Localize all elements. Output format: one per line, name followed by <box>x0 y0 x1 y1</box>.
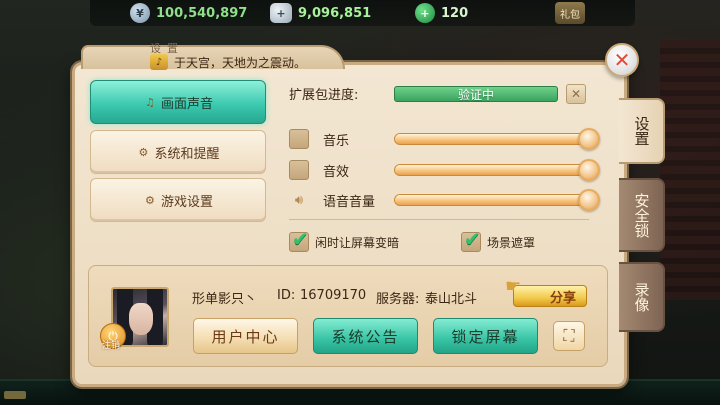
tab-settings[interactable]: 设置 <box>619 98 665 164</box>
music-volume-row: 音乐 <box>289 128 600 150</box>
announcement-ticker: ♪ 于天宫，天地为之震动。 <box>150 52 480 72</box>
slider-knob[interactable] <box>578 189 600 211</box>
sfx-volume-slider[interactable] <box>394 159 600 181</box>
extension-progress-bar: 验证中 <box>394 86 558 102</box>
music-mute-checkbox[interactable] <box>289 129 309 149</box>
server-label: 服务器: <box>376 292 420 307</box>
tab-label: 录像 <box>632 282 651 312</box>
coin-amount: 100,540,897 <box>156 5 248 21</box>
jade-amount: 120 <box>441 5 469 21</box>
lock-screen-label: 锁定屏幕 <box>451 327 520 346</box>
category-label: 系统和提醒 <box>154 146 220 162</box>
lock-screen-button[interactable]: 锁定屏幕 <box>433 318 538 354</box>
music-note-icon: ♫ <box>145 95 155 109</box>
user-id: 16709170 <box>300 288 367 303</box>
user-name: 形单影只丶 <box>192 292 258 307</box>
voice-volume-slider[interactable] <box>394 189 600 211</box>
category-display-sound[interactable]: ♫ 画面声音 <box>90 80 266 124</box>
idle-dim-option[interactable]: 闲时让屏幕变暗 <box>289 227 400 252</box>
slider-knob[interactable] <box>578 159 600 181</box>
slider-knob[interactable] <box>578 128 600 150</box>
extension-status: 验证中 <box>457 87 494 102</box>
tab-security-lock[interactable]: 安全锁 <box>619 178 665 252</box>
share-label: 分享 <box>549 290 576 306</box>
user-center-button[interactable]: 用户中心 <box>193 318 298 354</box>
scene-mask-option[interactable]: 场景遮罩 <box>461 227 536 252</box>
category-list: ♫ 画面声音 ⚙ 系统和提醒 ⚙ 游戏设置 <box>84 74 272 262</box>
sfx-label: 音效 <box>323 165 350 180</box>
idle-dim-label: 闲时让屏幕变暗 <box>315 235 400 250</box>
coin-balance[interactable]: ¥ 100,540,897 <box>130 3 247 23</box>
tab-replay[interactable]: 录像 <box>619 262 665 332</box>
idle-dim-checkbox[interactable] <box>289 227 309 252</box>
tab-label: 设置 <box>632 116 651 146</box>
category-system-reminders[interactable]: ⚙ 系统和提醒 <box>90 130 266 174</box>
system-notice-button[interactable]: 系统公告 <box>313 318 418 354</box>
pointing-hand-icon: ☛ <box>505 276 522 297</box>
voice-label: 语音音量 <box>323 195 376 210</box>
category-game-settings[interactable]: ⚙ 游戏设置 <box>90 178 266 222</box>
resource-bar: ¥ 100,540,897 + 9,096,851 + 120 礼包 <box>90 0 635 26</box>
avatar-face <box>129 303 153 335</box>
logout-label: 注销 <box>102 341 121 351</box>
gift-button[interactable]: 礼包 <box>555 2 585 24</box>
gear-icon: ⚙ <box>138 145 149 159</box>
voice-volume-row: 🔊︎ 语音音量 <box>289 189 600 211</box>
slider-fill <box>395 134 589 144</box>
category-label: 游戏设置 <box>160 194 213 210</box>
extension-cancel-button[interactable]: ✕ <box>566 84 586 104</box>
jade-icon: + <box>415 3 435 23</box>
speaker-icon: 🔊︎ <box>294 192 304 208</box>
silver-balance[interactable]: + 9,096,851 <box>270 3 371 23</box>
close-icon: ✕ <box>570 87 582 101</box>
scan-button[interactable]: ⛶ <box>553 321 585 351</box>
system-notice-label: 系统公告 <box>331 327 400 346</box>
gear-icon: ⚙ <box>145 193 155 207</box>
user-center-label: 用户中心 <box>211 327 280 346</box>
silver-amount: 9,096,851 <box>298 5 372 21</box>
sound-settings-panel: 扩展包进度: 验证中 ✕ 音乐 音效 🔊︎ 语音音量 闲时让屏幕变暗 <box>283 78 603 264</box>
jade-balance[interactable]: + 120 <box>415 3 468 23</box>
user-id-label: ID: <box>277 288 296 303</box>
silver-ingot-icon: + <box>270 3 292 23</box>
music-volume-slider[interactable] <box>394 128 600 150</box>
slider-fill <box>395 165 589 175</box>
horn-icon: ♪ <box>150 54 168 70</box>
close-button[interactable]: ✕ <box>605 43 639 77</box>
slider-fill <box>395 195 589 205</box>
category-label: 画面声音 <box>160 96 213 112</box>
tab-label: 安全锁 <box>632 192 651 238</box>
close-icon: ✕ <box>613 48 631 72</box>
scan-icon: ⛶ <box>563 326 575 345</box>
divider <box>289 219 589 220</box>
gift-label: 礼包 <box>560 9 580 21</box>
extension-progress-label: 扩展包进度: <box>289 88 359 103</box>
announcement-text: 于天宫，天地为之震动。 <box>174 55 307 70</box>
scene-mask-checkbox[interactable] <box>461 227 481 252</box>
sfx-volume-row: 音效 <box>289 159 600 181</box>
music-label: 音乐 <box>323 134 350 149</box>
server-name: 泰山北斗 <box>425 292 478 307</box>
sfx-mute-checkbox[interactable] <box>289 160 309 180</box>
coin-icon: ¥ <box>130 3 150 23</box>
scene-mask-label: 场景遮罩 <box>487 235 536 250</box>
